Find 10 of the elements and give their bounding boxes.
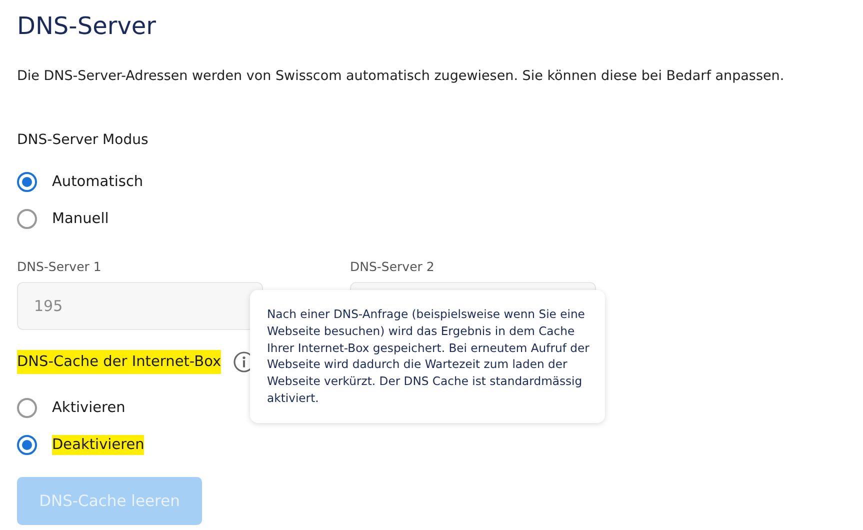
description: Die DNS-Server-Adressen werden von Swisscom automatisch zugewiesen. Sie können diese bei Bedarf anpassen. bbox=[17, 68, 786, 84]
radio-option[interactable]: Automatisch bbox=[17, 172, 144, 192]
section-label: DNS-Server Modus bbox=[17, 132, 150, 148]
field-label: DNS-Server 1 bbox=[17, 259, 102, 274]
page-title: DNS-Server bbox=[17, 12, 158, 40]
radio-option[interactable]: Manuell bbox=[17, 209, 109, 229]
field-label: DNS-Server 2 bbox=[350, 259, 436, 274]
section-label: DNS-Cache der Internet-Box bbox=[17, 350, 222, 374]
radio-option[interactable]: Aktivieren bbox=[17, 398, 126, 418]
tooltip: Nach einer DNS-Anfrage (beispielsweise wenn Sie eine Webseite besuchen) wird das Ergebnis in dem Cache Ihrer Internet-Box gespeichert. Bei erneutem Aufruf der Webseite wird dadurch die Wartezeit zum laden der Webseite verkürzt. Der DNS Cache ist standardmässig aktiviert. bbox=[250, 290, 605, 423]
